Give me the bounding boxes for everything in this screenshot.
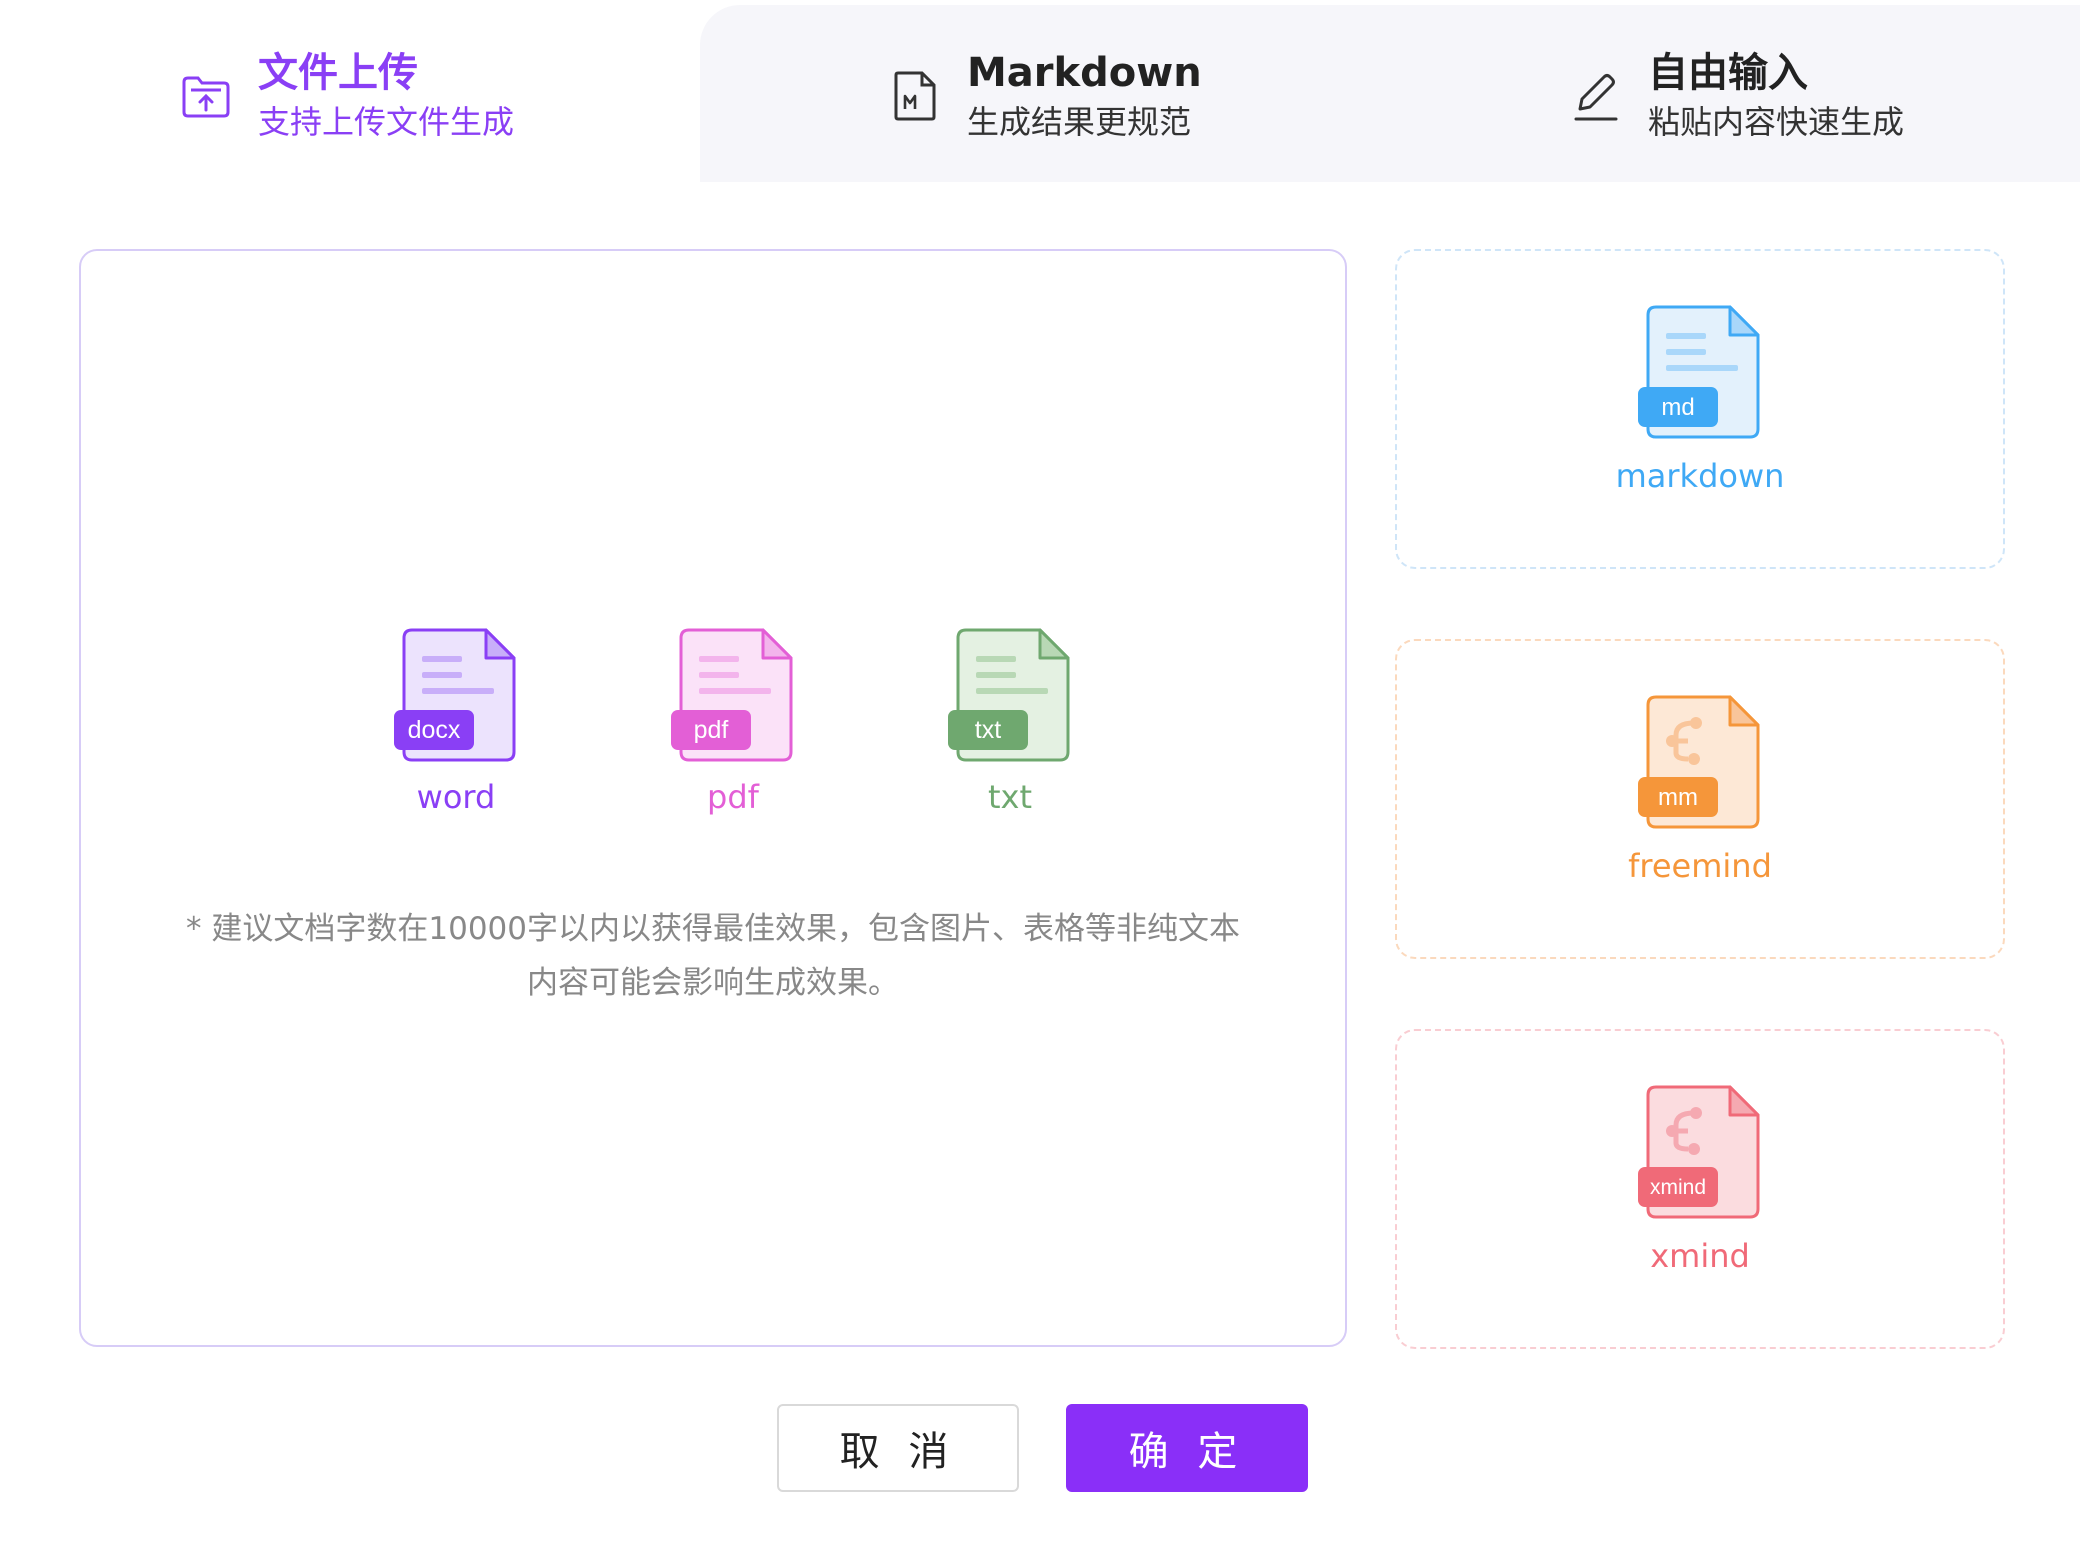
txt-file-icon: txt: [948, 628, 1070, 762]
markdown-format-icon: md: [1638, 305, 1760, 439]
supported-file-types: docx word pdf pdf txt txt: [81, 626, 1345, 826]
cancel-button[interactable]: 取 消: [777, 1404, 1019, 1492]
txt-badge: txt: [975, 716, 1001, 744]
file-type-txt: txt txt: [930, 626, 1090, 816]
format-label: markdown: [1615, 457, 1785, 495]
xmind-badge: xmind: [1650, 1176, 1706, 1199]
file-type-word: docx word: [376, 626, 536, 816]
confirm-button[interactable]: 确 定: [1066, 1404, 1308, 1492]
upload-hint-line: 内容可能会影响生成效果。: [527, 965, 899, 1001]
tab-free-input[interactable]: 自由输入 粘贴内容快速生成: [1568, 36, 1904, 156]
format-label: freemind: [1628, 847, 1772, 885]
pdf-file-icon: pdf: [671, 628, 793, 762]
markdown-badge: md: [1661, 394, 1694, 421]
tab-subtitle: 生成结果更规范: [967, 102, 1192, 141]
format-card-xmind[interactable]: xmind xmind: [1395, 1029, 2005, 1349]
pdf-badge: pdf: [694, 716, 729, 744]
format-label: xmind: [1650, 1237, 1750, 1275]
tab-bar: 文件上传 支持上传文件生成 Markdown 生成结果更规范 自由输入 粘贴内容…: [0, 0, 2080, 182]
tab-subtitle: 支持上传文件生成: [258, 102, 515, 141]
word-file-icon: docx: [394, 628, 516, 762]
tab-title: Markdown: [967, 49, 1202, 96]
folder-upload-icon: [178, 68, 234, 124]
tab-title: 文件上传: [258, 49, 418, 96]
format-card-markdown[interactable]: md markdown: [1395, 249, 2005, 569]
file-type-pdf: pdf pdf: [653, 626, 813, 816]
upload-hint-line: * 建议文档字数在10000字以内以获得最佳效果，包含图片、表格等非纯文本: [186, 911, 1240, 947]
xmind-format-icon: xmind: [1638, 1085, 1760, 1219]
file-type-label: pdf: [707, 778, 759, 816]
pencil-icon: [1568, 68, 1624, 124]
tab-subtitle: 粘贴内容快速生成: [1648, 102, 1905, 141]
upload-hint: * 建议文档字数在10000字以内以获得最佳效果，包含图片、表格等非纯文本 内容…: [81, 902, 1345, 1010]
markdown-file-icon: [887, 68, 943, 124]
tab-markdown[interactable]: Markdown 生成结果更规范: [887, 36, 1202, 156]
tab-file-upload[interactable]: 文件上传 支持上传文件生成: [178, 36, 514, 156]
freemind-badge: mm: [1658, 784, 1698, 811]
file-type-label: txt: [987, 778, 1033, 816]
freemind-format-icon: mm: [1638, 695, 1760, 829]
tab-title: 自由输入: [1648, 49, 1808, 96]
format-card-freemind[interactable]: mm freemind: [1395, 639, 2005, 959]
file-upload-dropzone[interactable]: docx word pdf pdf txt txt * 建议文档字数在10000…: [79, 249, 1347, 1347]
file-type-label: word: [416, 778, 496, 816]
word-badge: docx: [408, 716, 461, 744]
